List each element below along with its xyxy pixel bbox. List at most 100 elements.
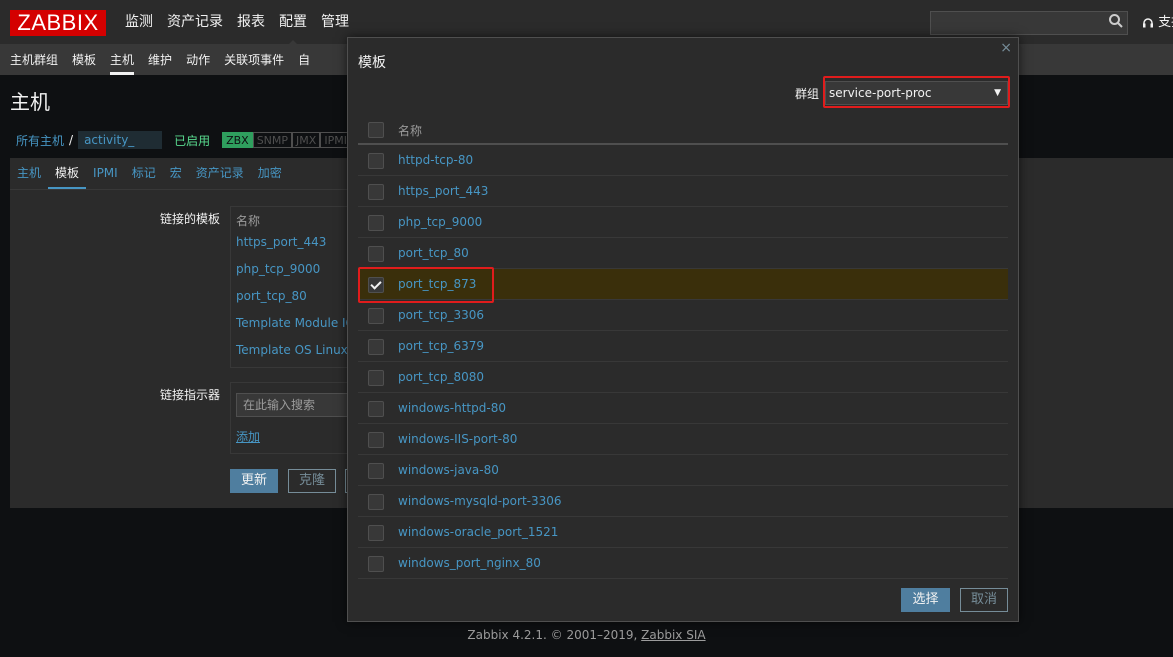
table-row[interactable]: port_tcp_8080 [358, 362, 1008, 393]
subnav-host-groups[interactable]: 主机群组 [3, 45, 65, 75]
row-checkbox[interactable] [368, 494, 384, 510]
row-checkbox[interactable] [368, 153, 384, 169]
row-checkbox[interactable] [368, 432, 384, 448]
host-status[interactable]: 已启用 [174, 132, 210, 149]
table-row[interactable]: windows-httpd-80 [358, 393, 1008, 424]
clone-button[interactable]: 克隆 [288, 469, 336, 493]
breadcrumb-host[interactable]: activity_ [78, 131, 163, 149]
add-link[interactable]: 添加 [236, 428, 260, 445]
highlight-box [823, 76, 1010, 108]
table-header: 名称 [358, 113, 1008, 145]
template-name-link[interactable]: windows-IIS-port-80 [398, 432, 517, 446]
row-checkbox[interactable] [368, 401, 384, 417]
templates-modal: 模板 × 群组 service-port-proc ▼ 名称 httpd-tcp… [347, 37, 1019, 622]
table-row[interactable]: port_tcp_6379 [358, 331, 1008, 362]
nav-inventory[interactable]: 资产记录 [160, 0, 230, 45]
zabbix-logo[interactable]: ZABBIX [10, 10, 106, 36]
row-checkbox[interactable] [368, 339, 384, 355]
tab-macros[interactable]: 宏 [163, 158, 189, 188]
linked-templates-table: 名称 https_port_443 php_tcp_9000 port_tcp_… [230, 206, 364, 368]
table-row[interactable]: port_tcp_3306 [358, 300, 1008, 331]
page-title: 主机 [10, 90, 50, 114]
template-table: 名称 httpd-tcp-80 https_port_443 php_tcp_900… [358, 113, 1008, 579]
support-link[interactable]: 支持 [1142, 13, 1173, 33]
row-checkbox[interactable] [368, 184, 384, 200]
template-name-link[interactable]: php_tcp_9000 [398, 215, 482, 229]
footer: Zabbix 4.2.1. © 2001–2019, Zabbix SIA [0, 628, 1173, 642]
subnav-maintenance[interactable]: 维护 [141, 45, 179, 75]
jmx-badge: JMX [292, 132, 321, 148]
name-column-header: 名称 [398, 124, 423, 138]
template-name-link[interactable]: port_tcp_80 [398, 246, 469, 260]
row-checkbox[interactable] [368, 246, 384, 262]
row-checkbox[interactable] [368, 215, 384, 231]
table-row[interactable]: windows-mysqld-port-3306 [358, 486, 1008, 517]
row-checkbox[interactable] [368, 525, 384, 541]
linked-template-item[interactable]: php_tcp_9000 [236, 262, 320, 276]
subnav-templates[interactable]: 模板 [65, 45, 103, 75]
table-row[interactable]: httpd-tcp-80 [358, 145, 1008, 176]
linked-templates-label: 链接的模板 [159, 212, 220, 226]
zbx-badge: ZBX [222, 132, 253, 148]
tab-encryption[interactable]: 加密 [251, 158, 289, 188]
tab-templates[interactable]: 模板 [48, 158, 87, 190]
row-checkbox[interactable] [368, 370, 384, 386]
tab-inventory[interactable]: 资产记录 [189, 158, 251, 188]
subnav-actions[interactable]: 动作 [179, 45, 217, 75]
cancel-button[interactable]: 取消 [960, 588, 1008, 612]
table-row[interactable]: https_port_443 [358, 176, 1008, 207]
template-name-link[interactable]: port_tcp_8080 [398, 370, 484, 384]
template-name-link[interactable]: windows-mysqld-port-3306 [398, 494, 562, 508]
main-nav: 监测 资产记录 报表 配置 管理 [118, 0, 356, 46]
template-name-link[interactable]: windows_port_nginx_80 [398, 556, 541, 570]
group-label: 群组 [795, 87, 820, 101]
subnav-event-correlation[interactable]: 关联项事件 [217, 45, 291, 75]
table-row[interactable]: windows-IIS-port-80 [358, 424, 1008, 455]
linked-template-item[interactable]: Template Module ICM [236, 316, 364, 330]
table-row[interactable]: windows_port_nginx_80 [358, 548, 1008, 579]
template-name-link[interactable]: httpd-tcp-80 [398, 153, 473, 167]
template-name-link[interactable]: windows-httpd-80 [398, 401, 506, 415]
template-name-link[interactable]: https_port_443 [398, 184, 488, 198]
nav-monitoring[interactable]: 监测 [118, 0, 160, 45]
breadcrumb-all-hosts[interactable]: 所有主机 [16, 132, 64, 149]
highlight-box [358, 267, 494, 303]
template-name-link[interactable]: windows-java-80 [398, 463, 499, 477]
tab-divider [10, 189, 350, 190]
footer-link[interactable]: Zabbix SIA [641, 628, 705, 642]
tab-host[interactable]: 主机 [10, 158, 48, 188]
tab-tags[interactable]: 标记 [125, 158, 163, 188]
linked-template-item[interactable]: https_port_443 [236, 235, 326, 249]
template-search-input[interactable]: 在此输入搜索 [236, 393, 350, 417]
table-row[interactable]: windows-oracle_port_1521 [358, 517, 1008, 548]
row-checkbox[interactable] [368, 308, 384, 324]
template-name-link[interactable]: port_tcp_3306 [398, 308, 484, 322]
table-row[interactable]: port_tcp_80 [358, 238, 1008, 269]
breadcrumb-separator: / [69, 133, 74, 147]
linked-templates-name-header: 名称 [236, 214, 261, 228]
template-name-link[interactable]: port_tcp_6379 [398, 339, 484, 353]
linked-template-item[interactable]: Template OS Linux [236, 343, 348, 357]
nav-reports[interactable]: 报表 [230, 0, 272, 45]
linked-template-item[interactable]: port_tcp_80 [236, 289, 307, 303]
update-button[interactable]: 更新 [230, 469, 278, 493]
global-search-input[interactable] [930, 11, 1128, 35]
host-form-tabs: 主机 模板 IPMI 标记 宏 资产记录 加密 [10, 158, 289, 190]
snmp-badge: SNMP [252, 132, 293, 148]
support-label: 支持 [1158, 15, 1173, 30]
table-row[interactable]: windows-java-80 [358, 455, 1008, 486]
template-name-link[interactable]: windows-oracle_port_1521 [398, 525, 558, 539]
search-icon[interactable] [1108, 13, 1126, 31]
select-button[interactable]: 选择 [901, 588, 950, 612]
table-row[interactable]: php_tcp_9000 [358, 207, 1008, 238]
footer-text: Zabbix 4.2.1. © 2001–2019, [467, 628, 642, 642]
subnav-discovery[interactable]: 自 [291, 45, 317, 75]
close-icon[interactable]: × [1000, 40, 1012, 56]
row-checkbox[interactable] [368, 463, 384, 479]
row-checkbox[interactable] [368, 556, 384, 572]
subnav-hosts[interactable]: 主机 [103, 45, 141, 75]
modal-title: 模板 [358, 55, 386, 71]
select-all-checkbox[interactable] [368, 122, 384, 138]
tab-ipmi[interactable]: IPMI [86, 158, 125, 188]
nav-configuration[interactable]: 配置 [272, 0, 314, 46]
